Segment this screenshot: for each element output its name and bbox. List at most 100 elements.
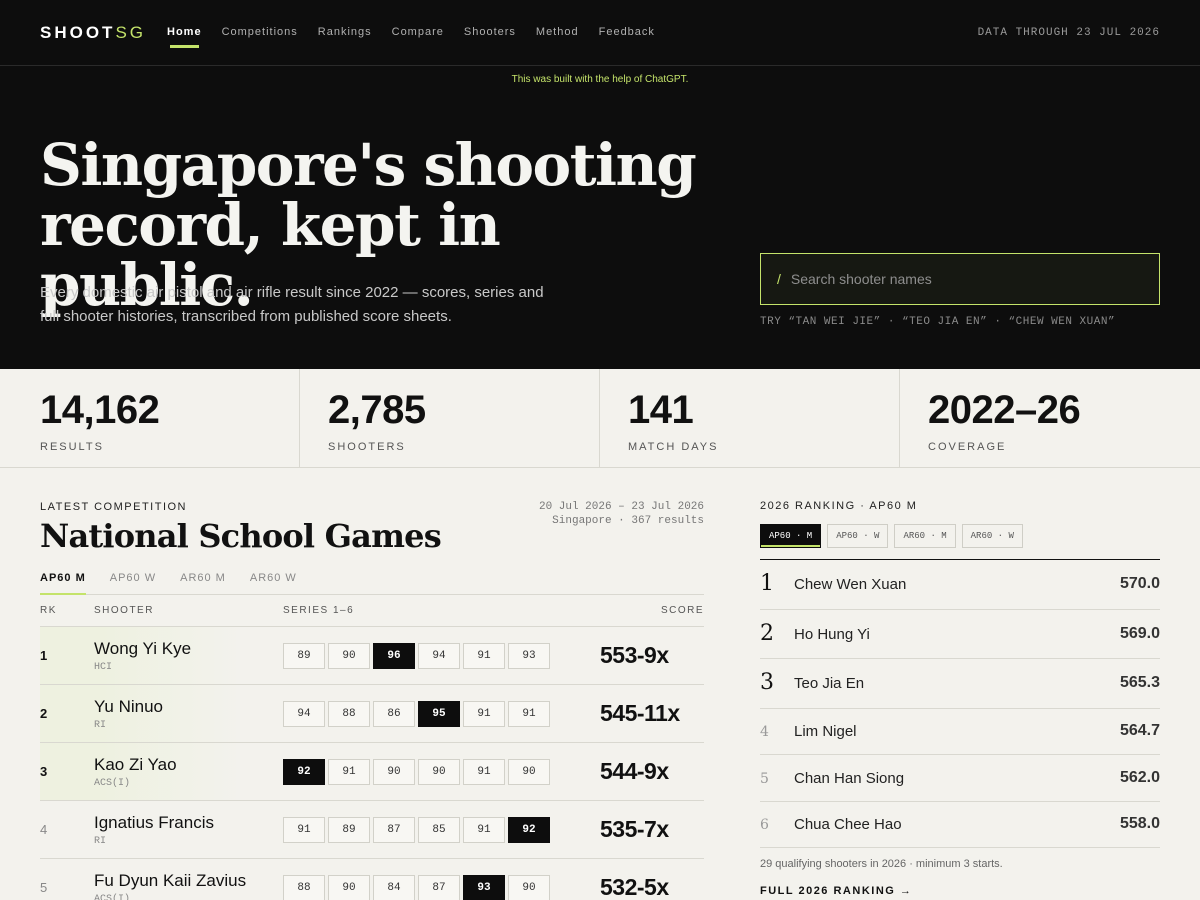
slash-shortcut-icon: / <box>777 271 781 287</box>
ranking-position: 1 <box>760 571 774 596</box>
search-box[interactable]: / <box>760 253 1160 305</box>
stat-results: 14,162 RESULTS <box>0 369 300 468</box>
stat-label: SHOOTERS <box>328 441 406 453</box>
ranking-shooter-name[interactable]: Ho Hung Yi <box>794 626 870 643</box>
competition-location: Singapore · 367 results <box>552 515 704 527</box>
series-cell: 91 <box>463 643 505 669</box>
search-input[interactable] <box>790 271 1131 287</box>
competition-eyebrow: LATEST COMPETITION <box>40 501 187 513</box>
series-cell: 87 <box>373 817 415 843</box>
ranking-item[interactable]: 6 Chua Chee Hao 558.0 <box>760 802 1160 848</box>
series-cell: 90 <box>328 643 370 669</box>
ranking-score: 570.0 <box>1119 575 1160 592</box>
series-cell: 84 <box>373 875 415 900</box>
series-cell: 90 <box>328 875 370 900</box>
nav-method[interactable]: Method <box>536 26 579 48</box>
nav-feedback[interactable]: Feedback <box>599 26 655 48</box>
series-cell: 91 <box>463 817 505 843</box>
ranking-tab-ap60-m[interactable]: AP60 · M <box>760 524 822 548</box>
ranking-position: 2 <box>760 620 774 646</box>
event-tabs: AP60 M AP60 W AR60 M AR60 W <box>40 572 704 595</box>
logo-suffix: SG <box>115 23 147 42</box>
shooter-name[interactable]: Yu Ninuo <box>94 697 163 717</box>
shooter-school: ACS(I) <box>94 778 131 789</box>
ranking-shooter-name[interactable]: Chua Chee Hao <box>794 816 902 833</box>
table-row[interactable]: 1 Wong Yi Kye HCI 89 90 96 94 91 93 553-9x <box>40 627 704 685</box>
stat-label: MATCH DAYS <box>628 441 719 453</box>
ranking-item[interactable]: 3 Teo Jia En 565.3 <box>760 659 1160 709</box>
table-row[interactable]: 4 Ignatius Francis RI 91 89 87 85 91 92 535-7x <box>40 801 704 859</box>
series-cell: 91 <box>508 701 550 727</box>
data-through-label: DATA THROUGH 23 JUL 2026 <box>977 27 1160 39</box>
ranking-item[interactable]: 1 Chew Wen Xuan 570.0 <box>760 560 1160 610</box>
stats-strip: 14,162 RESULTS 2,785 SHOOTERS 141 MATCH … <box>0 369 1200 468</box>
series-cell: 95 <box>418 701 460 727</box>
nav-competitions[interactable]: Competitions <box>222 26 298 48</box>
col-series: SERIES 1–6 <box>283 605 355 616</box>
full-ranking-link-label: FULL 2026 RANKING <box>760 885 896 897</box>
series-cell: 90 <box>373 759 415 785</box>
table-row[interactable]: 2 Yu Ninuo RI 94 88 86 95 91 91 545-11x <box>40 685 704 743</box>
shooter-name[interactable]: Ignatius Francis <box>94 813 214 833</box>
tab-ap60-m[interactable]: AP60 M <box>40 572 86 595</box>
col-rank: RK <box>40 605 57 616</box>
shooter-name[interactable]: Wong Yi Kye <box>94 639 191 659</box>
nav-home[interactable]: Home <box>167 26 202 48</box>
row-rank: 1 <box>40 648 48 663</box>
tab-ap60-w[interactable]: AP60 W <box>110 572 156 595</box>
shooter-name[interactable]: Fu Dyun Kaii Zavius <box>94 871 246 891</box>
shooter-school: RI <box>94 836 107 847</box>
ranking-item[interactable]: 4 Lim Nigel 564.7 <box>760 709 1160 755</box>
shooter-school: ACS(I) <box>94 894 131 900</box>
tab-ar60-m[interactable]: AR60 M <box>180 572 226 595</box>
series-cell: 88 <box>328 701 370 727</box>
ranking-position: 3 <box>760 670 774 695</box>
ranking-shooter-name[interactable]: Chew Wen Xuan <box>794 576 906 593</box>
ranking-tab-ap60-w[interactable]: AP60 · W <box>827 524 889 548</box>
ranking-position: 5 <box>760 770 769 787</box>
results-table: 1 Wong Yi Kye HCI 89 90 96 94 91 93 553-9x 2 Yu Nin… <box>40 627 704 900</box>
ranking-position: 4 <box>760 724 769 740</box>
series-cell: 85 <box>418 817 460 843</box>
site-logo[interactable]: SHOOTSG <box>40 23 146 43</box>
series-scores: 94 88 86 95 91 91 <box>283 701 550 727</box>
nav-shooters[interactable]: Shooters <box>464 26 516 48</box>
total-score: 545-11x <box>600 700 680 726</box>
full-ranking-link[interactable]: FULL 2026 RANKING → <box>760 885 912 897</box>
series-cell: 94 <box>283 701 325 727</box>
series-cell: 89 <box>328 817 370 843</box>
search-suggestions: TRY “TAN WEI JIE” · “TEO JIA EN” · “CHEW… <box>760 316 1116 328</box>
ranking-footnote: 29 qualifying shooters in 2026 · minimum… <box>760 858 1003 870</box>
stat-shooters: 2,785 SHOOTERS <box>300 369 600 468</box>
ranking-shooter-name[interactable]: Chan Han Siong <box>794 770 904 787</box>
ranking-item[interactable]: 2 Ho Hung Yi 569.0 <box>760 610 1160 659</box>
row-rank: 2 <box>40 706 48 721</box>
series-cell: 88 <box>283 875 325 900</box>
nav-compare[interactable]: Compare <box>392 26 444 48</box>
ranking-item[interactable]: 5 Chan Han Siong 562.0 <box>760 755 1160 802</box>
shooter-school: HCI <box>94 662 113 673</box>
stat-value: 2022–26 <box>928 388 1081 432</box>
ranking-shooter-name[interactable]: Teo Jia En <box>794 675 864 692</box>
col-shooter: SHOOTER <box>94 605 154 616</box>
ranking-tab-ar60-w[interactable]: AR60 · W <box>961 524 1023 548</box>
tab-ar60-w[interactable]: AR60 W <box>250 572 297 595</box>
ranking-tab-ar60-m[interactable]: AR60 · M <box>894 524 956 548</box>
ranking-eyebrow: 2026 RANKING · AP60 M <box>760 500 918 512</box>
stat-value: 141 <box>628 388 694 432</box>
table-row[interactable]: 5 Fu Dyun Kaii Zavius ACS(I) 88 90 84 87 93 90 53… <box>40 859 704 900</box>
series-cell: 91 <box>463 759 505 785</box>
ranking-shooter-name[interactable]: Lim Nigel <box>794 723 857 740</box>
stat-match-days: 141 MATCH DAYS <box>600 369 900 468</box>
series-scores: 92 91 90 90 91 90 <box>283 759 550 785</box>
total-score: 544-9x <box>600 758 669 784</box>
competition-title[interactable]: National School Games <box>40 517 442 555</box>
table-row[interactable]: 3 Kao Zi Yao ACS(I) 92 91 90 90 91 90 544-9x <box>40 743 704 801</box>
ranking-position: 6 <box>760 817 769 833</box>
shooter-name[interactable]: Kao Zi Yao <box>94 755 177 775</box>
series-scores: 89 90 96 94 91 93 <box>283 643 550 669</box>
series-cell: 91 <box>463 701 505 727</box>
series-cell: 86 <box>373 701 415 727</box>
nav-rankings[interactable]: Rankings <box>318 26 372 48</box>
logo-text: SHOOT <box>40 23 116 42</box>
